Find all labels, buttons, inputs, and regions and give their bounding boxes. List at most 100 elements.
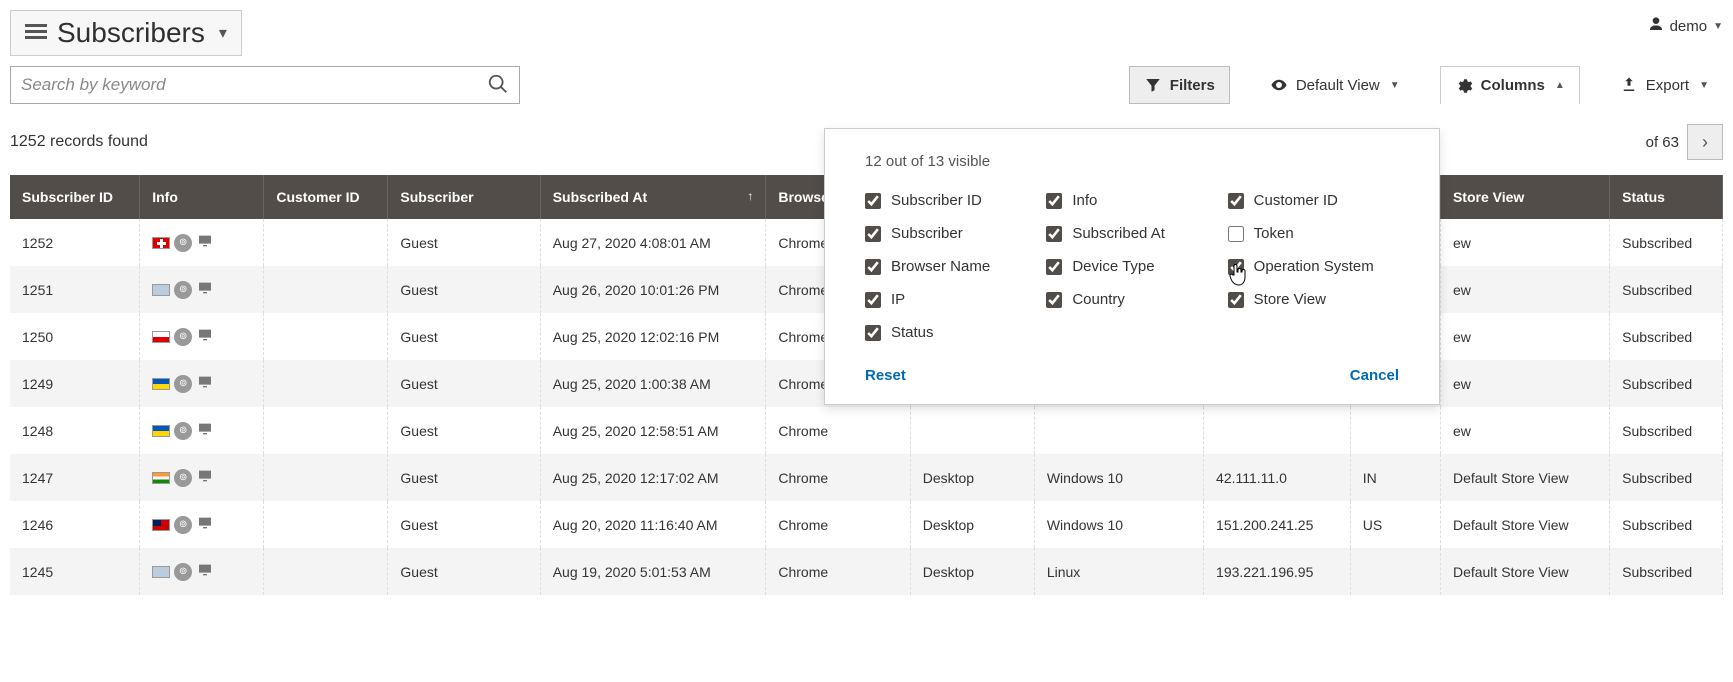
column-option[interactable]: Token: [1228, 225, 1399, 242]
search-box: [10, 66, 520, 104]
cell-store-view: ew: [1440, 219, 1609, 266]
eye-icon: [1270, 76, 1288, 94]
cell-customer-id: [264, 454, 388, 501]
column-option[interactable]: Browser Name: [865, 258, 1036, 275]
table-row[interactable]: 1247⊚GuestAug 25, 2020 12:17:02 AMChrome…: [10, 454, 1723, 501]
th-subscribed-at[interactable]: Subscribed At↑: [540, 175, 766, 219]
column-option-checkbox[interactable]: [865, 226, 881, 242]
cell-subscriber-id: 1251: [10, 266, 140, 313]
cell-store-view: Default Store View: [1440, 454, 1609, 501]
gear-icon: [1455, 77, 1473, 95]
cell-info: ⊚: [140, 501, 264, 548]
cell-customer-id: [264, 360, 388, 407]
column-option[interactable]: Customer ID: [1228, 192, 1399, 209]
th-info[interactable]: Info: [140, 175, 264, 219]
hamburger-icon: [25, 21, 47, 45]
export-label: Export: [1646, 77, 1689, 94]
th-customer-id[interactable]: Customer ID: [264, 175, 388, 219]
columns-label: Columns: [1481, 77, 1545, 94]
cell-status: Subscribed: [1610, 313, 1723, 360]
th-subscriber[interactable]: Subscriber: [388, 175, 540, 219]
page-title-dropdown[interactable]: Subscribers ▾: [10, 10, 242, 56]
export-button[interactable]: Export ▼: [1606, 66, 1723, 104]
column-option-checkbox[interactable]: [1046, 259, 1062, 275]
column-option-checkbox[interactable]: [1228, 226, 1244, 242]
columns-cancel-button[interactable]: Cancel: [1350, 367, 1399, 384]
browser-icon: ⊚: [174, 469, 192, 487]
column-option-checkbox[interactable]: [1046, 226, 1062, 242]
records-found: 1252 records found: [10, 133, 148, 151]
monitor-icon: [196, 562, 214, 581]
column-option[interactable]: Info: [1046, 192, 1217, 209]
column-option-checkbox[interactable]: [1228, 193, 1244, 209]
cell-subscribed-at: Aug 26, 2020 10:01:26 PM: [540, 266, 766, 313]
cell-customer-id: [264, 219, 388, 266]
column-option[interactable]: Subscribed At: [1046, 225, 1217, 242]
browser-icon: ⊚: [174, 234, 192, 252]
cell-browser: Chrome: [766, 501, 910, 548]
column-option[interactable]: Device Type: [1046, 258, 1217, 275]
table-row[interactable]: 1248⊚GuestAug 25, 2020 12:58:51 AMChrome…: [10, 407, 1723, 454]
table-row[interactable]: 1246⊚GuestAug 20, 2020 11:16:40 AMChrome…: [10, 501, 1723, 548]
column-option-checkbox[interactable]: [865, 193, 881, 209]
sort-asc-icon: ↑: [747, 189, 753, 203]
cell-customer-id: [264, 548, 388, 595]
flag-icon: [152, 284, 170, 296]
column-option-checkbox[interactable]: [865, 325, 881, 341]
filters-button[interactable]: Filters: [1129, 66, 1230, 104]
cell-status: Subscribed: [1610, 407, 1723, 454]
cell-subscriber: Guest: [388, 360, 540, 407]
column-option-checkbox[interactable]: [865, 292, 881, 308]
flag-icon: [152, 425, 170, 437]
user-icon: [1648, 16, 1664, 36]
cell-store-view: ew: [1440, 360, 1609, 407]
filters-label: Filters: [1170, 77, 1215, 94]
monitor-icon: [196, 327, 214, 346]
user-account-menu[interactable]: demo ▼: [1648, 10, 1723, 36]
column-option[interactable]: Store View: [1228, 291, 1399, 308]
cell-customer-id: [264, 407, 388, 454]
column-option[interactable]: Subscriber: [865, 225, 1036, 242]
cell-device: Desktop: [910, 548, 1034, 595]
funnel-icon: [1144, 76, 1162, 94]
cell-os: Linux: [1034, 548, 1203, 595]
cell-subscriber-id: 1248: [10, 407, 140, 454]
column-option-checkbox[interactable]: [1228, 259, 1244, 275]
search-icon[interactable]: [487, 73, 509, 98]
column-option-checkbox[interactable]: [1228, 292, 1244, 308]
cell-country: [1350, 407, 1440, 454]
cell-subscribed-at: Aug 25, 2020 12:17:02 AM: [540, 454, 766, 501]
th-status[interactable]: Status: [1610, 175, 1723, 219]
browser-icon: ⊚: [174, 563, 192, 581]
cell-subscribed-at: Aug 25, 2020 12:58:51 AM: [540, 407, 766, 454]
cell-subscriber-id: 1246: [10, 501, 140, 548]
monitor-icon: [196, 280, 214, 299]
browser-icon: ⊚: [174, 375, 192, 393]
column-option-label: Country: [1072, 291, 1125, 308]
search-input[interactable]: [21, 75, 487, 95]
cell-subscriber: Guest: [388, 407, 540, 454]
default-view-button[interactable]: Default View ▼: [1256, 66, 1414, 104]
table-row[interactable]: 1245⊚GuestAug 19, 2020 5:01:53 AMChromeD…: [10, 548, 1723, 595]
cell-ip: 42.111.11.0: [1204, 454, 1351, 501]
column-option-checkbox[interactable]: [1046, 193, 1062, 209]
column-option[interactable]: Operation System: [1228, 258, 1399, 275]
cell-info: ⊚: [140, 313, 264, 360]
pager-next-button[interactable]: ›: [1687, 124, 1723, 160]
th-subscriber-id[interactable]: Subscriber ID: [10, 175, 140, 219]
cell-status: Subscribed: [1610, 266, 1723, 313]
column-option[interactable]: Subscriber ID: [865, 192, 1036, 209]
cell-store-view: ew: [1440, 313, 1609, 360]
cell-subscriber: Guest: [388, 501, 540, 548]
column-option-checkbox[interactable]: [865, 259, 881, 275]
chevron-down-icon: ▼: [1390, 80, 1400, 91]
cell-subscriber: Guest: [388, 219, 540, 266]
column-option[interactable]: IP: [865, 291, 1036, 308]
column-option[interactable]: Status: [865, 324, 1036, 341]
column-option[interactable]: Country: [1046, 291, 1217, 308]
columns-button[interactable]: Columns ▲: [1440, 66, 1580, 104]
cell-status: Subscribed: [1610, 548, 1723, 595]
column-option-checkbox[interactable]: [1046, 292, 1062, 308]
th-store-view[interactable]: Store View: [1440, 175, 1609, 219]
columns-reset-button[interactable]: Reset: [865, 367, 906, 384]
